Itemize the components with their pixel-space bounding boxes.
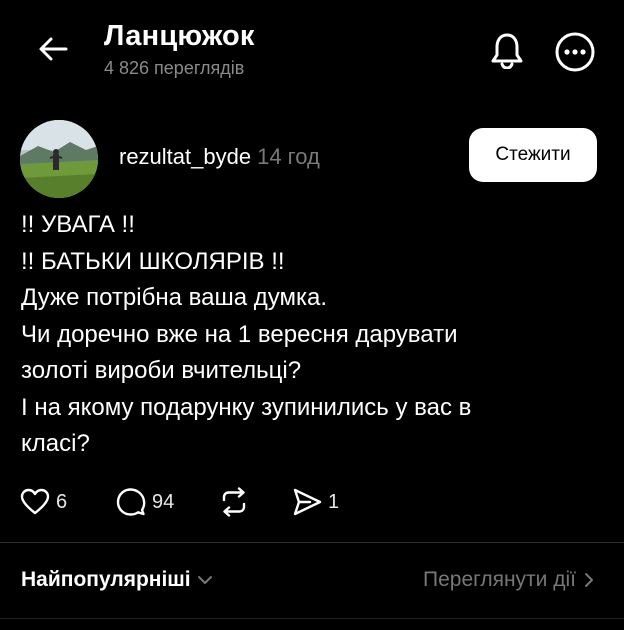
post-line: класі? <box>21 430 90 457</box>
share-count: 1 <box>328 490 340 513</box>
post-actions: 6 94 1 <box>20 484 420 520</box>
reply-button[interactable]: 94 <box>116 484 174 520</box>
share-button[interactable]: 1 <box>292 484 339 520</box>
view-count: 4 826 переглядів <box>104 58 245 78</box>
page-title: Ланцюжок <box>104 20 255 52</box>
reply-count: 94 <box>152 490 175 513</box>
divider <box>0 542 624 543</box>
like-count: 6 <box>56 490 68 513</box>
repost-icon <box>222 487 246 517</box>
post-line: !! БАТЬКИ ШКОЛЯРІВ !! <box>21 247 285 275</box>
notifications-button[interactable] <box>487 30 527 70</box>
view-activity-label: Переглянути дії <box>423 568 576 591</box>
share-send-icon <box>293 488 322 516</box>
sort-label: Найпопулярніші <box>21 568 191 591</box>
replies-sort-bar: Найпопулярніші Переглянути дії <box>0 560 624 604</box>
author-line: rezultat_byde 14 год <box>119 144 320 170</box>
username[interactable]: rezultat_byde <box>119 144 251 169</box>
avatar[interactable] <box>20 120 98 198</box>
back-button[interactable] <box>34 30 72 68</box>
follow-button[interactable]: Стежити <box>469 128 597 182</box>
heart-icon <box>20 488 50 515</box>
bell-icon <box>491 33 523 69</box>
post-time: 14 год <box>257 144 320 169</box>
post-line: Дуже потрібна ваша думка. <box>21 284 327 311</box>
chevron-right-icon <box>585 573 593 587</box>
post-header: rezultat_byde 14 год Стежити <box>0 112 624 202</box>
view-activity-link[interactable]: Переглянути дії <box>423 568 594 592</box>
chevron-down-icon <box>197 576 212 584</box>
more-icon <box>555 32 595 72</box>
reply-bubble-icon <box>116 488 146 516</box>
repost-button[interactable] <box>218 484 250 520</box>
post-text: !! УВАГА !! !! БАТЬКИ ШКОЛЯРІВ !! Дуже п… <box>21 207 611 463</box>
post-line: Чи доречно вже на 1 вересня дарувати <box>21 320 458 348</box>
more-options-button[interactable] <box>553 30 597 74</box>
post-line: І на якому подарунку зупинились у вас в <box>21 393 472 421</box>
post-line: !! УВАГА !! <box>21 211 135 238</box>
sort-dropdown[interactable]: Найпопулярніші <box>21 568 213 592</box>
back-arrow-icon <box>39 37 68 61</box>
divider <box>0 618 624 619</box>
top-bar: Ланцюжок 4 826 переглядів <box>0 0 624 100</box>
like-button[interactable]: 6 <box>20 484 67 520</box>
post-line: золоті вироби вчительці? <box>21 357 302 384</box>
